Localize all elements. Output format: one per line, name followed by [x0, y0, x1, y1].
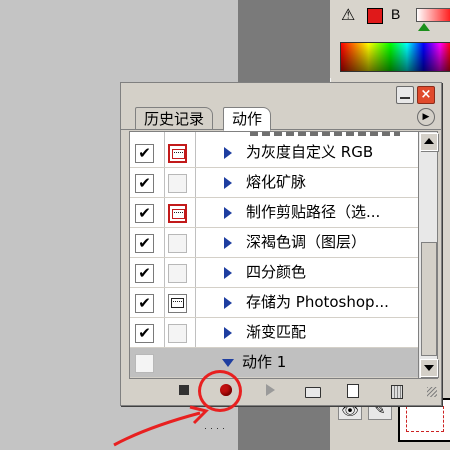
action-label: 深褐色调（图层） [246, 233, 367, 251]
color-spectrum[interactable] [340, 42, 450, 72]
dialog-icon [171, 298, 184, 308]
warning-triangle-icon[interactable]: ⚠ [341, 6, 359, 24]
scroll-up-icon[interactable] [420, 133, 438, 151]
tab-history[interactable]: 历史记录 [135, 107, 214, 129]
scroll-thumb[interactable] [421, 242, 437, 356]
resize-grip-icon[interactable] [427, 387, 437, 397]
color-swatch[interactable] [367, 8, 383, 24]
action-row-selected[interactable]: 动作 1 [130, 348, 418, 378]
expand-triangle-icon[interactable] [224, 267, 232, 279]
play-icon[interactable] [261, 381, 279, 399]
actions-panel: × 历史记录 动作 ▶ ✔ 为灰度自定义 RGB ✔ 熔化矿脉 ✔ 制作剪贴路径（选...… [120, 82, 442, 406]
tab-strip: 历史记录 动作 [121, 105, 441, 131]
expand-triangle-icon[interactable] [224, 207, 232, 219]
actions-list: ✔ 为灰度自定义 RGB ✔ 熔化矿脉 ✔ 制作剪贴路径（选... ✔ 深褐色调（图层） ✔ 四分… [129, 131, 419, 379]
toggle-dialog-icon[interactable] [168, 144, 187, 163]
expand-triangle-icon[interactable] [224, 147, 232, 159]
panel-titlebar[interactable]: × [121, 83, 441, 105]
toggle-item-checkbox[interactable]: ✔ [135, 234, 154, 253]
action-row[interactable]: ✔ 熔化矿脉 [130, 168, 418, 198]
toggle-item-checkbox[interactable]: ✔ [135, 174, 154, 193]
expand-triangle-icon[interactable] [224, 327, 232, 339]
action-label: 存储为 Photoshop... [246, 293, 389, 311]
toggle-item-checkbox[interactable]: ✔ [135, 294, 154, 313]
toggle-item-checkbox[interactable]: ✔ [135, 204, 154, 223]
toggle-item-checkbox[interactable] [135, 354, 154, 373]
new-set-icon[interactable] [303, 381, 321, 399]
expand-triangle-icon[interactable] [224, 177, 232, 189]
toggle-item-checkbox[interactable]: ✔ [135, 144, 154, 163]
tab-actions[interactable]: 动作 [223, 107, 272, 131]
expand-triangle-down-icon[interactable] [222, 359, 234, 367]
toggle-dialog-icon[interactable] [168, 264, 187, 283]
slider-handle-icon[interactable] [418, 23, 430, 31]
action-row[interactable]: ✔ 四分颜色 [130, 258, 418, 288]
dotted-mark [205, 428, 225, 429]
panel-menu-button[interactable]: ▶ [417, 108, 435, 126]
toggle-dialog-icon[interactable] [168, 204, 187, 223]
annotation-arrow [113, 405, 209, 447]
action-label: 渐变匹配 [246, 323, 307, 341]
action-label: 熔化矿脉 [246, 173, 307, 191]
action-row[interactable]: ✔ 渐变匹配 [130, 318, 418, 348]
toggle-dialog-icon[interactable] [168, 174, 187, 193]
action-label: 动作 1 [242, 353, 287, 371]
scroll-down-icon[interactable] [420, 359, 438, 377]
action-row[interactable]: ✔ 为灰度自定义 RGB [130, 138, 418, 168]
dialog-icon [172, 209, 185, 219]
toggle-dialog-icon[interactable] [168, 324, 187, 343]
action-label: 制作剪贴路径（选... [246, 203, 381, 221]
delete-icon[interactable] [387, 381, 405, 399]
toggle-dialog-icon[interactable] [168, 234, 187, 253]
action-row[interactable]: ✔ 制作剪贴路径（选... [130, 198, 418, 228]
expand-triangle-icon[interactable] [224, 297, 232, 309]
minimize-button[interactable] [396, 86, 414, 104]
dialog-icon [172, 149, 185, 159]
action-label: 四分颜色 [246, 263, 307, 281]
action-label: 为灰度自定义 RGB [246, 143, 374, 161]
toggle-item-checkbox[interactable]: ✔ [135, 324, 154, 343]
toggle-item-checkbox[interactable]: ✔ [135, 264, 154, 283]
vertical-scrollbar[interactable] [418, 131, 438, 379]
channel-label: B [391, 6, 401, 22]
new-action-icon[interactable] [343, 381, 361, 399]
b-slider-track[interactable] [416, 8, 450, 22]
toggle-dialog-icon[interactable] [168, 294, 187, 313]
action-row[interactable]: ✔ 存储为 Photoshop... [130, 288, 418, 318]
expand-triangle-icon[interactable] [224, 237, 232, 249]
action-row[interactable]: ✔ 深褐色调（图层） [130, 228, 418, 258]
close-button[interactable]: × [417, 86, 435, 104]
